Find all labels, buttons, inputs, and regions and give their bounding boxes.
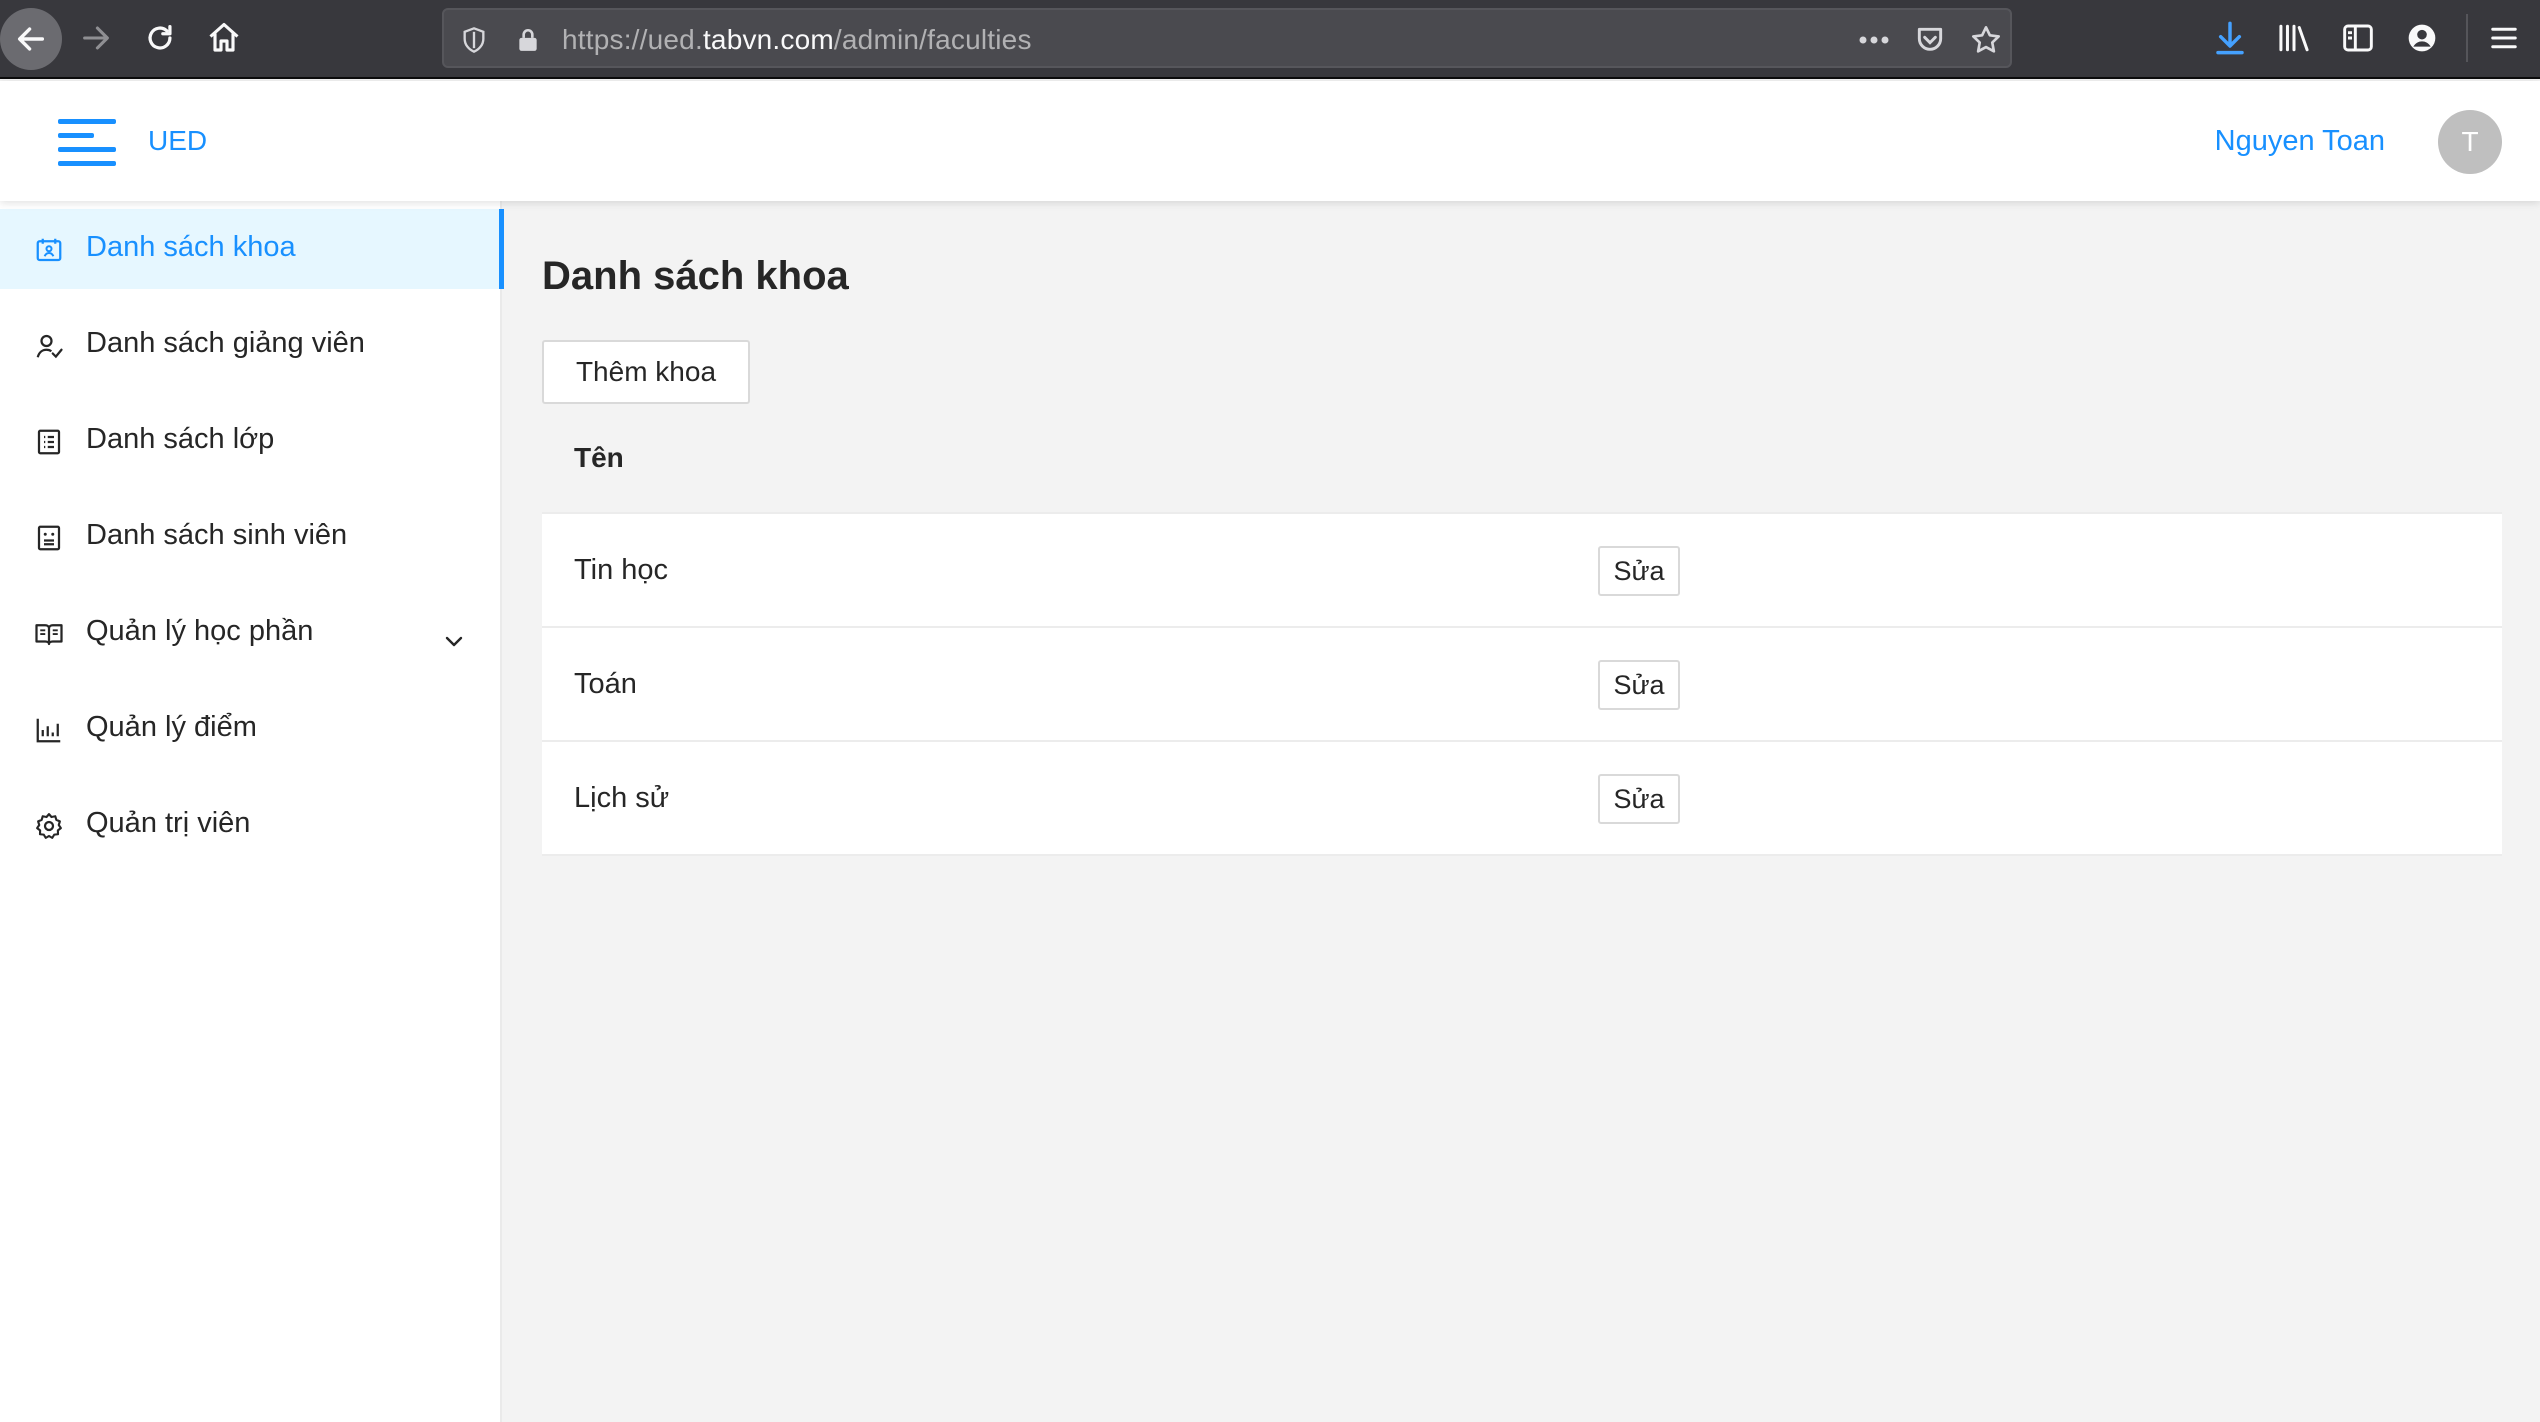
gear-icon	[34, 811, 64, 841]
hamburger-line	[58, 147, 116, 152]
class-list-icon	[34, 427, 64, 457]
hamburger-line	[58, 161, 116, 166]
url-text: https://ued.tabvn.com/admin/faculties	[562, 24, 1032, 55]
hamburger-line	[58, 119, 116, 124]
sidebar-item-label: Quản trị viên	[86, 807, 251, 839]
library-icon[interactable]	[2270, 14, 2318, 62]
sidebar-item-label: Quản lý học phần	[86, 615, 314, 647]
address-bar[interactable]: https://ued.tabvn.com/admin/faculties	[442, 8, 2012, 68]
sidebar-item-classes[interactable]: Danh sách lớp	[0, 401, 502, 481]
column-header-name: Tên	[574, 442, 624, 473]
sidebar: Danh sách khoa Danh sách giảng viên Danh…	[0, 201, 504, 1422]
page-title: Danh sách khoa	[542, 254, 849, 298]
student-icon	[34, 523, 64, 553]
sidebar-item-courses[interactable]: Quản lý học phần	[0, 593, 502, 673]
home-icon	[206, 20, 242, 56]
shield-icon[interactable]	[454, 20, 494, 60]
more-actions-icon[interactable]	[1854, 20, 1894, 60]
faculty-card-icon	[34, 235, 64, 265]
reload-icon	[143, 21, 177, 55]
sidebar-item-grades[interactable]: Quản lý điểm	[0, 689, 502, 769]
sidebar-item-teachers[interactable]: Danh sách giảng viên	[0, 305, 502, 385]
avatar[interactable]: T	[2438, 110, 2502, 174]
account-icon[interactable]	[2398, 14, 2446, 62]
arrow-right-icon	[79, 21, 113, 55]
sidebar-item-label: Danh sách giảng viên	[86, 327, 365, 359]
sidebar-item-label: Danh sách khoa	[86, 231, 296, 263]
reload-button[interactable]	[130, 6, 190, 70]
forward-button[interactable]	[66, 6, 126, 70]
pocket-icon[interactable]	[1910, 20, 1950, 60]
edit-button[interactable]: Sửa	[1598, 774, 1680, 824]
edit-button[interactable]: Sửa	[1598, 546, 1680, 596]
user-name[interactable]: Nguyen Toan	[2215, 125, 2385, 158]
faculty-name: Tin học	[574, 554, 669, 586]
sidebar-item-admins[interactable]: Quản trị viên	[0, 785, 502, 865]
menu-toggle-button[interactable]	[58, 119, 116, 167]
table-row: Lịch sử Sửa	[542, 742, 2502, 856]
add-faculty-button[interactable]: Thêm khoa	[542, 340, 750, 404]
faculties-table: Tên Tin học Sửa Toán Sửa Lịch sử Sửa	[542, 410, 2502, 856]
table-header: Tên	[542, 410, 2502, 514]
table-row: Tin học Sửa	[542, 514, 2502, 628]
book-icon	[34, 619, 64, 649]
sidebar-item-faculties[interactable]: Danh sách khoa	[0, 209, 504, 289]
faculty-name: Toán	[574, 668, 637, 700]
sidebar-item-students[interactable]: Danh sách sinh viên	[0, 497, 502, 577]
bar-chart-icon	[34, 715, 64, 745]
hamburger-line	[58, 133, 94, 138]
brand-logo-text[interactable]: UED	[148, 125, 207, 157]
app-menu-icon[interactable]	[2480, 14, 2528, 62]
lock-icon[interactable]	[508, 20, 548, 60]
sidebar-item-label: Danh sách lớp	[86, 423, 275, 455]
table-row: Toán Sửa	[542, 628, 2502, 742]
sidebar-item-label: Quản lý điểm	[86, 711, 257, 743]
chevron-down-icon[interactable]	[444, 623, 464, 656]
faculty-name: Lịch sử	[574, 782, 670, 814]
star-icon[interactable]	[1966, 20, 2006, 60]
arrow-left-icon	[14, 22, 48, 56]
download-icon[interactable]	[2206, 14, 2254, 62]
teacher-icon	[34, 331, 64, 361]
sidebar-item-label: Danh sách sinh viên	[86, 519, 348, 551]
edit-button[interactable]: Sửa	[1598, 660, 1680, 710]
toolbar-separator	[2466, 14, 2468, 62]
sidebar-toggle-icon[interactable]	[2334, 14, 2382, 62]
back-button[interactable]	[0, 8, 62, 70]
app-header: UED Nguyen Toan T	[0, 81, 2540, 201]
home-button[interactable]	[194, 6, 254, 70]
browser-toolbar: https://ued.tabvn.com/admin/faculties	[0, 0, 2540, 79]
